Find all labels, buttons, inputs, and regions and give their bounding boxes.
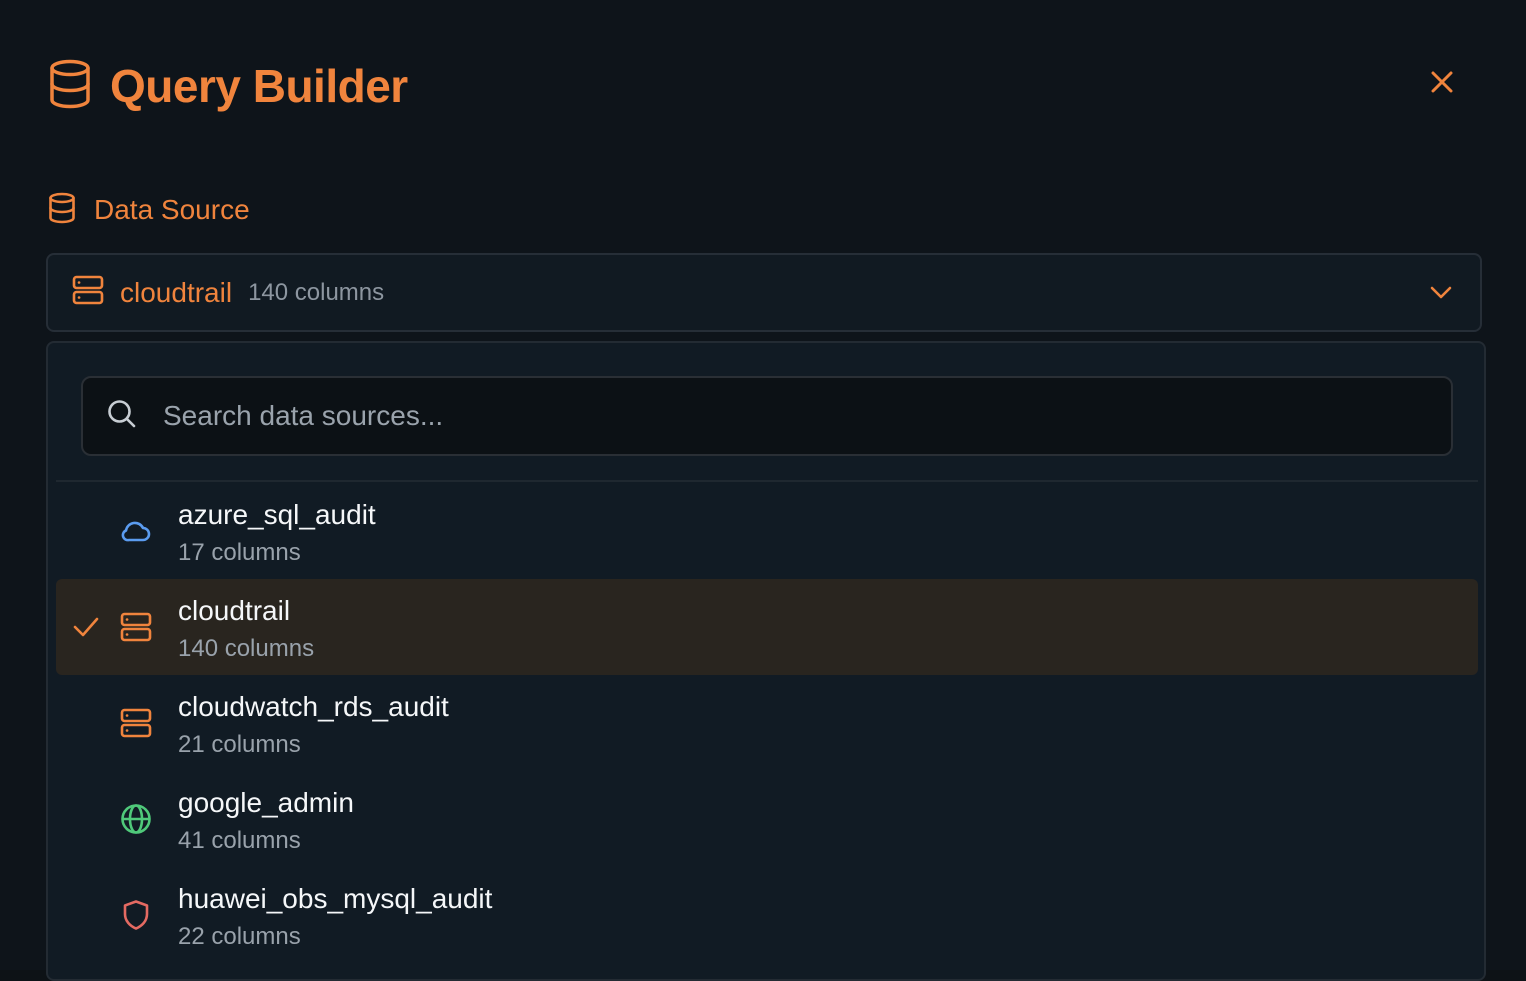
divider	[56, 480, 1478, 482]
source-columns: 17 columns	[178, 539, 301, 566]
section-label-text: Data Source	[94, 194, 250, 225]
data-source-dropdown: azure_sql_audit 17 columns	[46, 341, 1486, 981]
chevron-down-icon[interactable]	[1428, 279, 1454, 310]
source-item-google-admin[interactable]: google_admin 41 columns	[56, 771, 1478, 867]
data-source-label: Data Source	[48, 190, 250, 230]
search-box[interactable]	[81, 376, 1453, 456]
close-icon	[1431, 71, 1453, 98]
source-name: google_admin	[178, 787, 354, 818]
source-item-cloudwatch-rds-audit[interactable]: cloudwatch_rds_audit 21 columns	[56, 675, 1478, 771]
source-columns: 21 columns	[178, 731, 301, 758]
source-columns: 41 columns	[178, 827, 301, 854]
server-icon	[72, 274, 104, 311]
source-name: cloudtrail	[178, 595, 291, 626]
source-list: azure_sql_audit 17 columns cloudtrail 14…	[56, 483, 1478, 963]
database-icon	[48, 59, 92, 114]
page-title: Query Builder	[110, 60, 408, 112]
source-item-cloudtrail[interactable]: cloudtrail 140 columns	[56, 579, 1478, 675]
source-name: huawei_obs_mysql_audit	[178, 883, 493, 914]
shield-icon	[120, 899, 152, 936]
cloud-icon	[120, 515, 152, 552]
globe-icon	[120, 803, 152, 840]
query-builder-panel: Query Builder Data Source cloudtrail 140…	[0, 0, 1526, 981]
search-input[interactable]	[163, 400, 1363, 432]
check-icon	[72, 613, 100, 646]
server-icon	[120, 611, 152, 648]
source-columns: 22 columns	[178, 923, 301, 950]
database-icon	[48, 192, 76, 229]
source-columns: 140 columns	[178, 635, 315, 662]
header: Query Builder	[48, 56, 408, 116]
server-icon	[120, 707, 152, 744]
source-name: azure_sql_audit	[178, 499, 376, 530]
selected-source-name: cloudtrail	[120, 276, 233, 308]
selected-source-columns: 140 columns	[248, 278, 385, 306]
data-source-select[interactable]: cloudtrail 140 columns	[46, 253, 1482, 332]
search-icon	[107, 399, 137, 434]
source-item-huawei-obs-mysql-audit[interactable]: huawei_obs_mysql_audit 22 columns	[56, 867, 1478, 963]
close-button[interactable]	[1422, 64, 1462, 104]
source-item-azure-sql-audit[interactable]: azure_sql_audit 17 columns	[56, 483, 1478, 579]
source-name: cloudwatch_rds_audit	[178, 691, 449, 722]
